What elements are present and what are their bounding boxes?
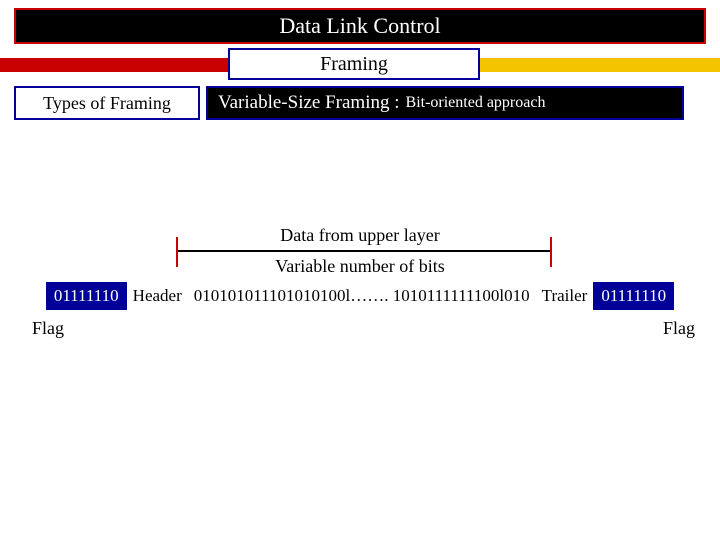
subtitle-text: Framing	[320, 53, 388, 76]
variable-label-main: Variable-Size Framing :	[218, 92, 400, 114]
types-label: Types of Framing	[43, 93, 171, 114]
title-text: Data Link Control	[279, 13, 440, 39]
flag-right-cell: 01111110	[593, 282, 674, 310]
subtitle-box: Framing	[228, 48, 480, 80]
types-box: Types of Framing	[14, 86, 200, 120]
title-bar: Data Link Control	[14, 8, 706, 44]
flag-left-cell: 01111110	[46, 282, 127, 310]
flag-label-right: Flag	[663, 318, 695, 339]
header-cell: Header	[127, 282, 188, 310]
trailer-cell: Trailer	[536, 282, 594, 310]
accent-bar-left	[0, 58, 228, 72]
accent-bar-right	[480, 58, 720, 72]
variable-framing-box: Variable-Size Framing : Bit-oriented app…	[206, 86, 684, 120]
variable-bits-label: Variable number of bits	[0, 256, 720, 277]
arrow-line	[178, 250, 550, 252]
data-cell: 010101011101010100l……. 1010111111100l010	[188, 282, 536, 310]
upper-layer-label: Data from upper layer	[0, 225, 720, 246]
frame-row: 01111110 Header 010101011101010100l……. 1…	[0, 282, 720, 310]
flag-label-left: Flag	[32, 318, 64, 339]
variable-label-sub: Bit-oriented approach	[406, 94, 546, 112]
